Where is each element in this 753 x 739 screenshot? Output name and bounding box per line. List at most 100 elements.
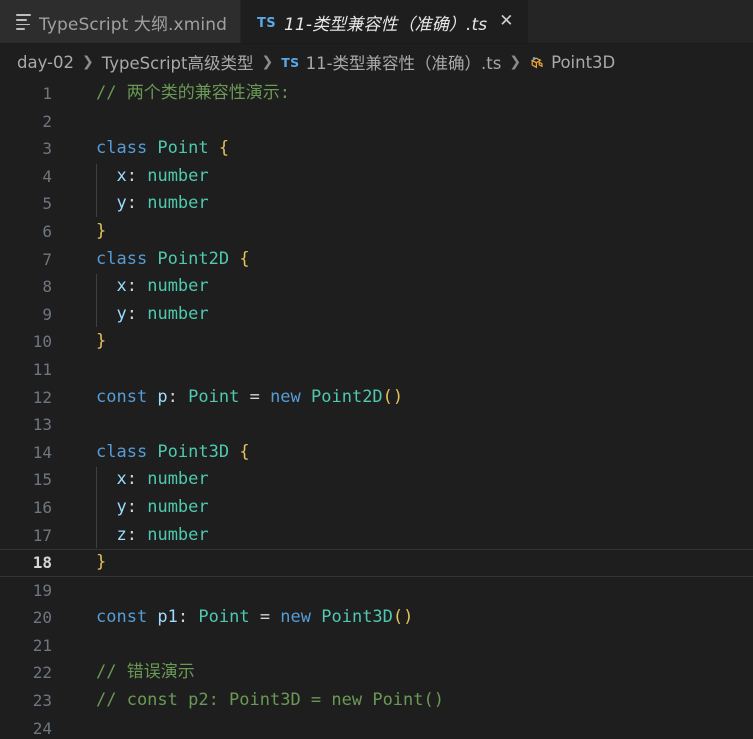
token-prop: z: [116, 524, 127, 545]
token-paren: (): [382, 386, 404, 407]
token-punct: :: [126, 524, 148, 545]
code-line[interactable]: 6}: [0, 218, 753, 246]
token-comment: // 错误演示: [96, 662, 195, 683]
breadcrumb-label: Point3D: [551, 52, 616, 72]
token-punct: :: [126, 193, 148, 214]
token-punct: [96, 166, 116, 186]
breadcrumb-item-typescript-advanced-types[interactable]: TypeScript高级类型: [102, 50, 254, 74]
token-punct: [96, 276, 116, 296]
code-editor[interactable]: 1// 两个类的兼容性演示: 2 3 class Point {4 x: number…: [0, 80, 753, 739]
code-line[interactable]: 9 y: number: [0, 301, 753, 329]
editor-tab-bar: TypeScript 大纲.xmind TS 11-类型兼容性（准确）.ts ✕: [0, 0, 753, 44]
code-text: class Point2D {: [52, 246, 753, 274]
token-brace: {: [239, 248, 250, 269]
code-line[interactable]: 15 x: number: [0, 466, 753, 494]
token-type: Point: [188, 386, 250, 407]
line-number: 7: [42, 249, 52, 269]
code-line[interactable]: 18}: [0, 549, 753, 577]
code-line[interactable]: 7 class Point2D {: [0, 246, 753, 274]
code-line[interactable]: 11: [0, 356, 753, 384]
token-type: number: [147, 165, 209, 186]
code-line[interactable]: 20 const p1: Point = new Point3D(): [0, 604, 753, 632]
code-line[interactable]: 21: [0, 632, 753, 660]
token-brace: }: [96, 331, 107, 352]
code-line[interactable]: 2: [0, 108, 753, 136]
chevron-right-icon: ❯: [82, 54, 94, 70]
code-line[interactable]: 17 z: number: [0, 522, 753, 550]
tab-typescript-outline-xmind[interactable]: TypeScript 大纲.xmind: [0, 0, 241, 44]
line-number: 3: [42, 139, 52, 159]
breadcrumb-item-point3d[interactable]: Point3D: [529, 53, 615, 72]
code-text: }: [52, 218, 753, 246]
line-number: 1: [42, 84, 52, 103]
tab-11-type-compatibility-ts[interactable]: TS 11-类型兼容性（准确）.ts ✕: [240, 0, 529, 44]
code-text: // 错误演示: [52, 659, 753, 687]
code-line[interactable]: 24: [0, 715, 753, 739]
token-prop: x: [116, 469, 127, 490]
tab-label: 11-类型兼容性（准确）.ts: [284, 14, 488, 35]
token-prop: y: [116, 193, 127, 214]
breadcrumb-label: day-02: [17, 52, 75, 72]
token-type: Point3D: [157, 441, 240, 462]
code-line[interactable]: 23 // const p2: Point3D = new Point(): [0, 687, 753, 715]
code-text: // const p2: Point3D = new Point(): [52, 687, 753, 715]
token-punct: :: [126, 496, 148, 517]
line-number: 4: [42, 166, 52, 186]
token-type: Point: [198, 607, 260, 628]
code-line[interactable]: 22 // 错误演示: [0, 659, 753, 687]
close-icon[interactable]: ✕: [497, 12, 515, 33]
code-line[interactable]: 1 // 两个类的兼容性演示:: [0, 80, 753, 108]
code-text: x: number: [52, 466, 753, 494]
code-line[interactable]: 13: [0, 411, 753, 439]
code-line[interactable]: 19: [0, 577, 753, 605]
token-keyword: new: [270, 386, 312, 407]
line-number: 16: [32, 497, 52, 517]
token-type: number: [147, 524, 209, 545]
token-punct: :: [177, 607, 199, 628]
breadcrumb-label: TypeScript高级类型: [101, 54, 254, 73]
token-type: number: [147, 276, 209, 297]
code-text: y: number: [52, 301, 753, 329]
token-type: number: [147, 193, 209, 214]
code-text: }: [52, 549, 753, 577]
line-number: 5: [42, 194, 52, 214]
line-number: 24: [32, 718, 52, 738]
token-prop: y: [116, 496, 127, 517]
line-number: 12: [32, 387, 52, 407]
code-line[interactable]: 4 x: number: [0, 163, 753, 191]
line-number: 14: [32, 442, 52, 462]
code-line[interactable]: 10}: [0, 328, 753, 356]
token-type: number: [147, 469, 209, 490]
token-type: Point2D: [157, 248, 240, 269]
line-number: 18: [32, 553, 52, 573]
line-number: 21: [32, 635, 52, 655]
line-number: 20: [32, 608, 52, 628]
line-number: 17: [32, 525, 52, 545]
token-punct: :: [126, 303, 148, 324]
token-prop: x: [116, 276, 127, 297]
code-line[interactable]: 8 x: number: [0, 273, 753, 301]
line-number: 10: [32, 332, 52, 352]
token-type: number: [147, 303, 209, 324]
token-var: p1: [157, 607, 178, 628]
token-prop: y: [116, 303, 127, 324]
code-line[interactable]: 14 class Point3D {: [0, 439, 753, 467]
chevron-right-icon: ❯: [261, 54, 274, 70]
indent-guide: [96, 467, 97, 549]
code-text: y: number: [52, 494, 753, 522]
line-number: 23: [32, 691, 52, 711]
vscode-window: TypeScript 大纲.xmind TS 11-类型兼容性（准确）.ts ✕…: [0, 0, 753, 739]
code-line[interactable]: 12 const p: Point = new Point2D(): [0, 384, 753, 412]
code-line[interactable]: 16 y: number: [0, 494, 753, 522]
code-line[interactable]: 3 class Point {: [0, 135, 753, 163]
token-brace: {: [239, 441, 250, 462]
token-type: number: [147, 496, 209, 517]
line-number: 13: [32, 415, 52, 435]
code-text: const p1: Point = new Point3D(): [52, 604, 753, 632]
breadcrumb-item-file[interactable]: TS 11-类型兼容性（准确）.ts: [281, 50, 501, 74]
code-line[interactable]: 5 y: number: [0, 190, 753, 218]
token-keyword: class: [96, 248, 158, 269]
breadcrumb-item-day-02[interactable]: day-02: [17, 53, 74, 72]
token-punct: [96, 497, 116, 517]
token-keyword: const: [96, 607, 158, 628]
